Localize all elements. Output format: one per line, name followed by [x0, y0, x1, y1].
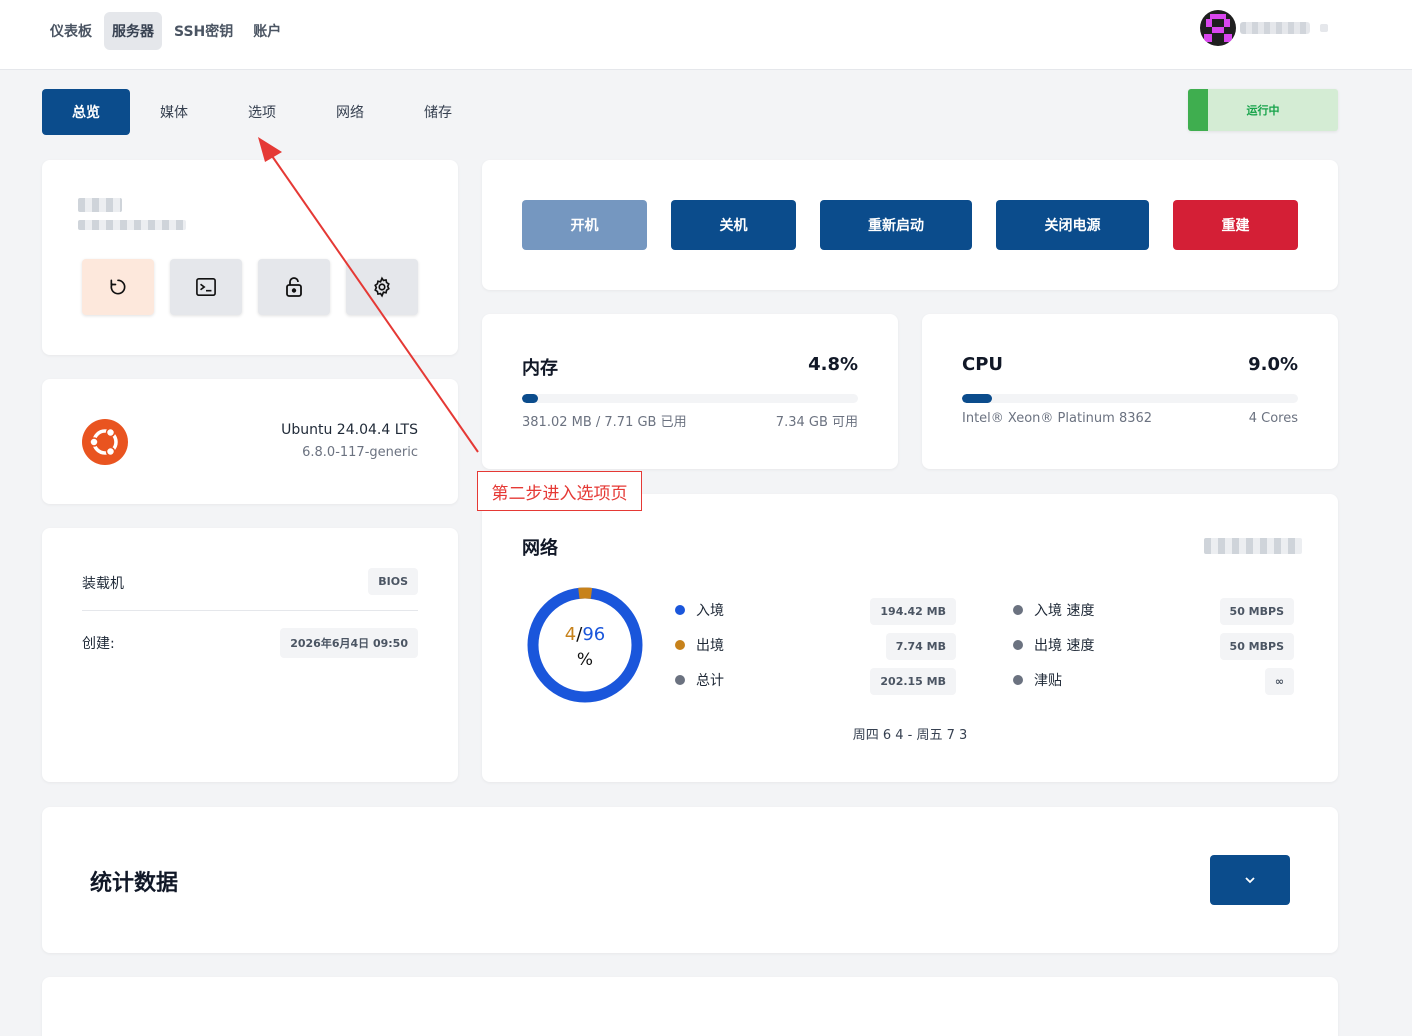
outbound-speed-row: 出境 速度 — [1013, 635, 1094, 655]
nav-item-account[interactable]: 账户 — [245, 12, 289, 50]
tab-options[interactable]: 选项 — [218, 89, 306, 135]
power-on-button[interactable]: 开机 — [522, 200, 647, 250]
settings-button[interactable] — [346, 259, 418, 315]
ubuntu-logo — [82, 419, 128, 465]
total-row: 总计 — [675, 670, 724, 690]
boot-info-card: 装载机 BIOS 创建: 2026年6月4日 09:50 — [42, 528, 458, 782]
total-dot — [675, 675, 685, 685]
donut-label: 4/96 — [526, 624, 644, 645]
memory-percent: 4.8% — [808, 354, 858, 375]
outbound-label: 出境 — [696, 638, 724, 654]
outbound-dot — [675, 640, 685, 650]
rebuild-button[interactable]: 重建 — [1173, 200, 1298, 250]
reinstall-button[interactable] — [82, 259, 154, 315]
power-actions-card: 开机 关机 重新启动 关闭电源 重建 — [482, 160, 1338, 290]
inbound-dot — [675, 605, 685, 615]
outbound-speed-value: 50 MBPS — [1219, 633, 1294, 660]
statistics-title: 统计数据 — [90, 871, 179, 896]
status-label: 运行中 — [1246, 104, 1280, 117]
os-name: Ubuntu 24.04.4 LTS — [281, 422, 418, 438]
allowance-label: 津贴 — [1034, 673, 1062, 689]
chevron-down-icon — [1245, 877, 1255, 884]
status-badge: 运行中 — [1188, 89, 1338, 131]
refresh-icon — [110, 279, 126, 295]
user-name-redacted[interactable] — [1240, 22, 1310, 34]
cpu-percent: 9.0% — [1248, 354, 1298, 375]
allowance-value: ∞ — [1264, 668, 1294, 695]
cpu-cores: 4 Cores — [1248, 411, 1298, 426]
outbound-value: 7.74 MB — [885, 633, 956, 660]
server-identity-card — [42, 160, 458, 355]
bandwidth-donut — [527, 587, 643, 703]
total-label: 总计 — [696, 673, 724, 689]
shutdown-button[interactable]: 关机 — [671, 200, 796, 250]
server-tabs: 总览 媒体 选项 网络 储存 — [42, 89, 482, 135]
allowance-dot — [1013, 675, 1023, 685]
memory-title: 内存 — [522, 358, 558, 379]
os-card: Ubuntu 24.04.4 LTS 6.8.0-117-generic — [42, 379, 458, 504]
server-ip-redacted — [78, 220, 186, 230]
date-range: 周四 6 4 - 周五 7 3 — [852, 728, 968, 743]
lock-button[interactable] — [258, 259, 330, 315]
inbound-speed-row: 入境 速度 — [1013, 600, 1094, 620]
nav-item-servers[interactable]: 服务器 — [104, 12, 162, 50]
network-ip-redacted — [1204, 538, 1302, 554]
bootloader-label: 装载机 — [82, 576, 124, 592]
memory-progress-fill — [522, 394, 539, 403]
cpu-progress-bar — [962, 394, 1298, 403]
reboot-button[interactable]: 重新启动 — [820, 200, 972, 250]
nav-item-ssh-keys[interactable]: SSH密钥 — [166, 12, 241, 50]
outbound-row: 出境 — [675, 635, 724, 655]
cpu-card: CPU 9.0% Intel® Xeon® Platinum 8362 4 Co… — [922, 314, 1338, 469]
terminal-icon — [196, 278, 216, 296]
annotation-callout: 第二步进入选项页 — [477, 471, 642, 511]
os-kernel: 6.8.0-117-generic — [302, 445, 418, 460]
memory-used: 381.02 MB / 7.71 GB 已用 — [522, 415, 687, 430]
created-value: 2026年6月4日 09:50 — [280, 628, 418, 658]
memory-available: 7.34 GB 可用 — [775, 415, 858, 430]
inbound-speed-value: 50 MBPS — [1219, 598, 1294, 625]
outbound-speed-dot — [1013, 640, 1023, 650]
statistics-card: 统计数据 — [42, 807, 1338, 953]
main-nav: 仪表板 服务器 SSH密钥 账户 — [42, 12, 289, 50]
tab-storage[interactable]: 储存 — [394, 89, 482, 135]
server-name-redacted — [78, 198, 122, 212]
inbound-speed-dot — [1013, 605, 1023, 615]
inbound-speed-label: 入境 速度 — [1034, 603, 1095, 619]
network-title: 网络 — [522, 538, 558, 559]
tab-network[interactable]: 网络 — [306, 89, 394, 135]
gear-icon — [374, 276, 390, 298]
total-value: 202.15 MB — [870, 668, 956, 695]
divider — [82, 610, 418, 611]
memory-card: 内存 4.8% 381.02 MB / 7.71 GB 已用 7.34 GB 可… — [482, 314, 898, 469]
inbound-value: 194.42 MB — [870, 598, 956, 625]
donut-used-value: 4 — [564, 624, 577, 645]
user-menu-caret-redacted[interactable] — [1320, 24, 1328, 32]
cpu-progress-fill — [962, 394, 993, 403]
top-bar: 仪表板 服务器 SSH密钥 账户 — [0, 0, 1412, 70]
inbound-label: 入境 — [696, 603, 724, 619]
ubuntu-icon — [89, 427, 118, 457]
bottom-card — [42, 977, 1338, 1036]
allowance-row: 津贴 — [1013, 670, 1062, 690]
inbound-row: 入境 — [675, 600, 724, 620]
donut-total-value: 96 — [582, 624, 606, 645]
network-card: 网络 4/96 % 入境 194.42 MB 出境 7.74 MB 总计 202… — [482, 494, 1338, 782]
cpu-model: Intel® Xeon® Platinum 8362 — [962, 411, 1153, 426]
power-off-button[interactable]: 关闭电源 — [996, 200, 1149, 250]
tab-media[interactable]: 媒体 — [130, 89, 218, 135]
donut-track — [527, 587, 643, 703]
expand-statistics-button[interactable] — [1210, 855, 1290, 905]
created-label: 创建: — [82, 636, 115, 652]
donut-unit: % — [576, 650, 594, 670]
console-button[interactable] — [170, 259, 242, 315]
memory-progress-bar — [522, 394, 858, 403]
nav-item-dashboard[interactable]: 仪表板 — [42, 12, 100, 50]
cpu-title: CPU — [962, 354, 1004, 375]
unlock-icon — [286, 277, 302, 297]
bootloader-value: BIOS — [368, 568, 418, 595]
avatar[interactable] — [1200, 10, 1236, 46]
outbound-speed-label: 出境 速度 — [1034, 638, 1095, 654]
tab-overview[interactable]: 总览 — [42, 89, 130, 135]
